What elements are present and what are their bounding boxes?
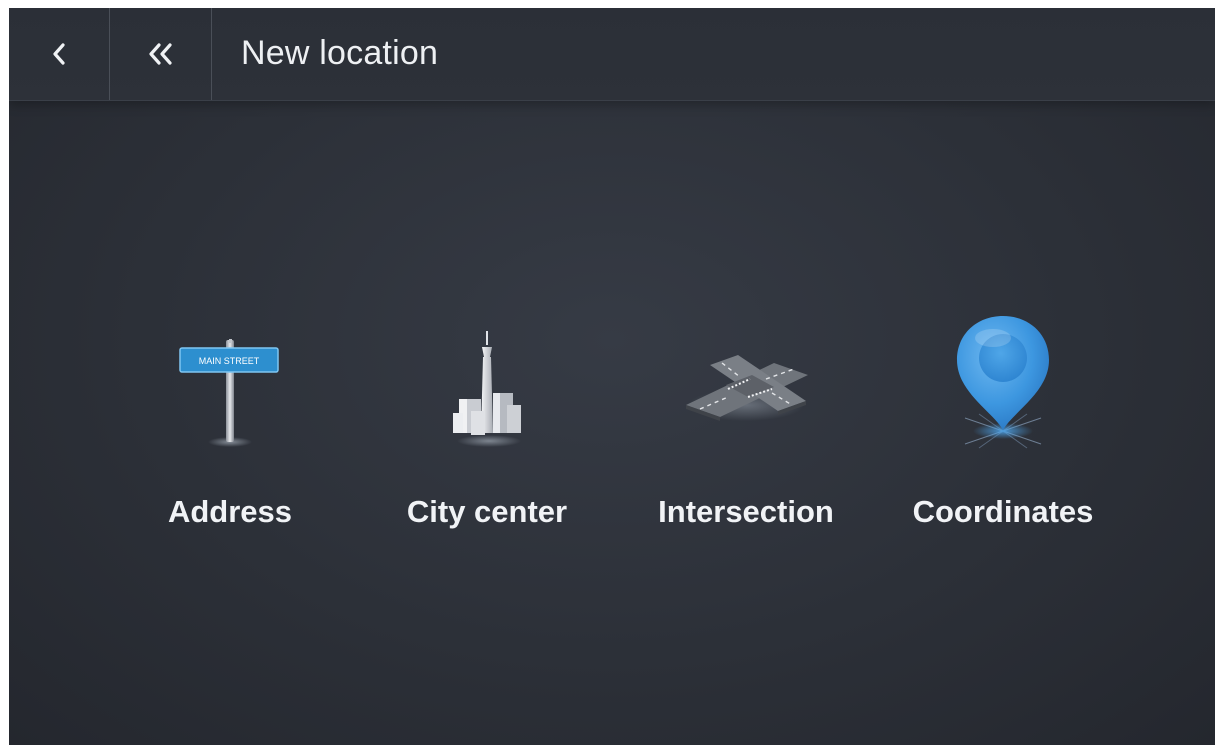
coordinates-option[interactable]: Coordinates (893, 308, 1113, 548)
new-location-screen: New location MAIN STREET Address City ce… (9, 8, 1215, 745)
intersection-option[interactable]: Intersection (636, 308, 856, 548)
street-sign-icon: MAIN STREET (120, 308, 340, 458)
option-label: Address (167, 494, 293, 529)
address-option[interactable]: MAIN STREET Address (120, 308, 340, 548)
back-button[interactable] (9, 8, 109, 100)
chevron-left-icon (53, 43, 65, 65)
sign-text: MAIN STREET (199, 356, 260, 366)
option-label: Intersection (658, 494, 834, 529)
location-options: MAIN STREET Address City center Intersec… (9, 308, 1215, 548)
double-chevron-left-icon (148, 43, 172, 65)
road-crossing-icon (636, 308, 856, 458)
header-bar: New location (9, 8, 1215, 101)
city-tower-icon (377, 308, 597, 458)
header-divider (211, 8, 212, 100)
back-to-start-button[interactable] (110, 8, 211, 100)
option-label: City center (406, 494, 568, 529)
city-center-option[interactable]: City center (377, 308, 597, 548)
map-pin-icon (893, 308, 1113, 458)
page-title: New location (241, 34, 439, 72)
option-label: Coordinates (912, 494, 1094, 529)
